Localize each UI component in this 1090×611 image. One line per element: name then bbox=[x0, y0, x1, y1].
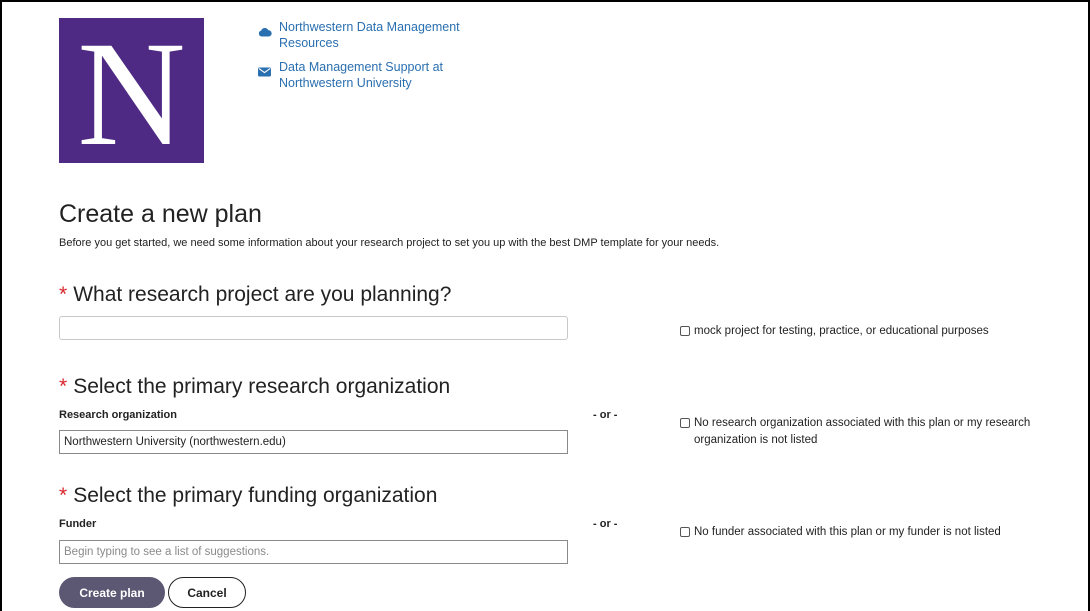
data-management-support-label: Data Management Support at Northwestern … bbox=[279, 60, 443, 90]
required-marker: * bbox=[59, 375, 68, 398]
org-question-text: Select the primary research organization bbox=[73, 375, 451, 398]
funder-input[interactable] bbox=[59, 540, 568, 564]
create-plan-button[interactable]: Create plan bbox=[59, 577, 165, 608]
no-funder-option[interactable]: No funder associated with this plan or m… bbox=[680, 524, 1060, 541]
project-question-heading: * What research project are you planning? bbox=[59, 283, 451, 307]
resources-links: Northwestern Data Management Resources D… bbox=[258, 19, 488, 99]
no-research-org-checkbox[interactable] bbox=[680, 418, 690, 428]
project-question-text: What research project are you planning? bbox=[73, 283, 452, 306]
cancel-button[interactable]: Cancel bbox=[168, 577, 246, 608]
logo-letter: N bbox=[77, 10, 186, 177]
envelope-icon bbox=[258, 65, 272, 81]
mock-project-option[interactable]: mock project for testing, practice, or e… bbox=[680, 323, 1060, 340]
data-management-support-link[interactable]: Data Management Support at Northwestern … bbox=[258, 59, 488, 91]
funder-or-separator: - or - bbox=[593, 518, 618, 530]
data-management-resources-link[interactable]: Northwestern Data Management Resources bbox=[258, 19, 488, 51]
research-org-input[interactable] bbox=[59, 430, 568, 454]
page-intro: Before you get started, we need some inf… bbox=[59, 237, 720, 249]
funder-question-heading: * Select the primary funding organization bbox=[59, 484, 437, 508]
project-title-input[interactable] bbox=[59, 316, 568, 340]
no-funder-checkbox[interactable] bbox=[680, 527, 690, 537]
required-marker: * bbox=[59, 283, 68, 306]
funder-question-text: Select the primary funding organization bbox=[73, 484, 438, 507]
page-title: Create a new plan bbox=[59, 200, 262, 228]
no-research-org-label: No research organization associated with… bbox=[694, 417, 1031, 446]
org-or-separator: - or - bbox=[593, 409, 618, 421]
no-funder-label: No funder associated with this plan or m… bbox=[694, 526, 1001, 538]
cloud-icon bbox=[258, 25, 272, 41]
mock-project-checkbox[interactable] bbox=[680, 326, 690, 336]
required-marker: * bbox=[59, 484, 68, 507]
funder-label: Funder bbox=[59, 518, 97, 530]
mock-project-label: mock project for testing, practice, or e… bbox=[694, 325, 989, 337]
data-management-resources-label: Northwestern Data Management Resources bbox=[279, 20, 460, 50]
research-org-label: Research organization bbox=[59, 409, 177, 421]
org-question-heading: * Select the primary research organizatio… bbox=[59, 375, 450, 399]
no-research-org-option[interactable]: No research organization associated with… bbox=[680, 415, 1060, 449]
northwestern-logo[interactable]: N bbox=[59, 18, 204, 169]
